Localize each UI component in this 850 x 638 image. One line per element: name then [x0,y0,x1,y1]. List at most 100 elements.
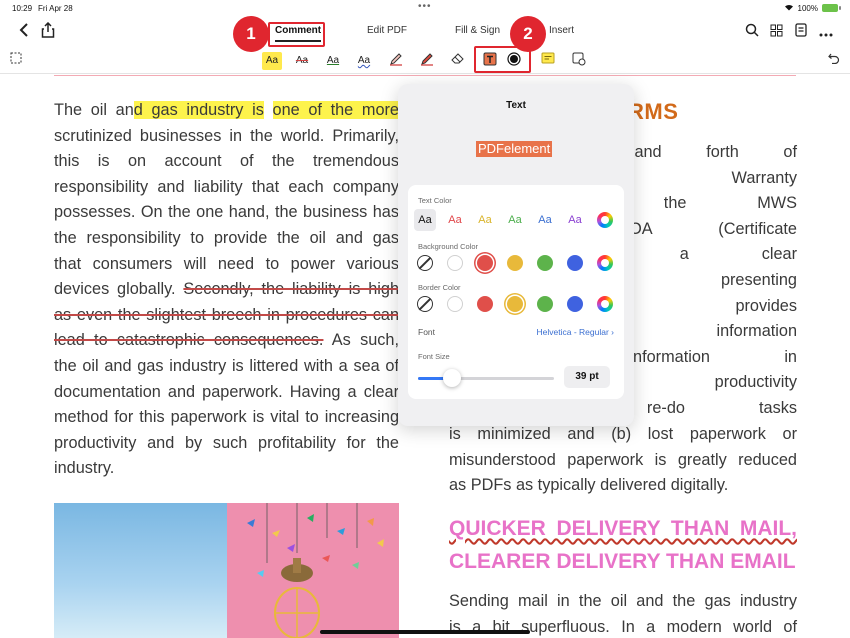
popover-title: Text [506,100,526,111]
border-color-swatch[interactable] [507,296,523,312]
background-color-swatch[interactable] [567,255,583,271]
strikethrough-tool[interactable]: Aa [292,52,312,70]
sticky-note-icon[interactable] [538,52,558,70]
text-color-label: Text Color [418,196,452,205]
left-text-column: The oil and gas industry is one of the m… [54,98,399,482]
paragraph-line: possesses. On the one hand, the business… [54,200,399,226]
paragraph-line: misunderstood paperwork is greatly reduc… [449,450,797,469]
wifi-icon [784,3,794,13]
border-color-swatch[interactable] [537,296,553,312]
tab-edit-pdf[interactable]: Edit PDF [367,25,407,36]
article-photo [54,503,399,638]
reader-mode-icon[interactable] [791,22,811,42]
text-run: productivity and by such profitability f… [54,433,399,452]
font-size-value[interactable]: 39 pt [564,366,610,388]
background-color-swatch[interactable] [537,255,553,271]
paragraph-line: responsibility and liability that each c… [54,175,399,201]
annotation-toolbar: Aa Aa Aa Aa [0,48,850,74]
background-color-swatch[interactable] [477,255,493,271]
text-color-swatch[interactable]: Aa [414,209,436,231]
highlight-tool[interactable]: Aa [262,52,282,70]
multitasking-dots-icon[interactable]: ••• [418,1,432,12]
text-preview: PDFelement [476,141,553,157]
pink-heading-line-2: CLEARER DELIVERY THAN EMAIL [449,550,796,573]
back-chevron-icon[interactable] [14,22,34,42]
step-badge-2: 2 [510,16,546,52]
share-icon[interactable] [38,21,58,42]
more-options-icon[interactable] [816,22,836,42]
paragraph-line: documentation and paperwork. Having a cl… [54,380,399,406]
home-indicator[interactable] [320,630,530,634]
text-run: The oil an [54,101,134,119]
battery-percent: 100% [797,3,818,13]
text-properties-popover: Text PDFelement Text Color Aa Aa Aa Aa Aa Aa … [398,84,634,426]
photo-pink-half [227,503,399,638]
text-color-row: Aa Aa Aa Aa Aa Aa [414,209,618,231]
pencil-icon[interactable] [386,52,406,70]
paragraph-line: method for this paperwork is vital to in… [54,405,399,431]
tab-fill-sign[interactable]: Fill & Sign [455,25,500,36]
text-run: devices globally. [54,280,184,299]
paragraph-line: the oil and gas industry is littered wit… [54,354,399,380]
search-icon[interactable] [742,22,762,42]
text-run: documentation and paperwork. Having a cl… [54,382,399,401]
properties-card: Text Color Aa Aa Aa Aa Aa Aa Background Color… [408,185,624,399]
strikethrough-text: Secondly, the liability is high [183,280,400,299]
status-date: Fri Apr 28 [38,4,73,13]
text-run: possesses. On the one hand, the business… [54,203,399,222]
custom-color-wheel-icon[interactable] [597,255,613,271]
chevron-right-icon: › [611,327,614,337]
text-run: As such, [323,331,399,350]
background-color-swatch[interactable] [507,255,523,271]
paragraph-line: scrutinized businesses in the world. Pri… [54,124,399,150]
paragraph-line: lead to catastrophic consequences. As su… [54,328,399,354]
marker-icon[interactable] [417,52,437,70]
text-run: responsibility and liability that each c… [54,177,399,196]
custom-color-wheel-icon[interactable] [597,212,613,228]
text-color-swatch[interactable]: Aa [534,209,556,231]
font-selector[interactable]: Font Helvetica - Regular › [418,327,614,337]
paragraph-line: that consumers will need to power variou… [54,252,399,278]
font-value[interactable]: Helvetica - Regular › [537,327,615,337]
no-color-icon[interactable] [417,255,433,271]
custom-color-wheel-icon[interactable] [597,296,613,312]
border-color-swatch[interactable] [477,296,493,312]
text-color-swatch[interactable]: Aa [474,209,496,231]
pink-section-heading: QUICKER DELIVERY THAN MAIL, CLEARER DELI… [449,512,797,578]
step-badge-1: 1 [233,16,269,52]
underline-tool[interactable]: Aa [323,52,343,70]
battery-icon [822,4,841,12]
text-color-swatch[interactable]: Aa [504,209,526,231]
shape-tool-icon[interactable] [569,52,589,70]
paragraph-line: industry. [54,456,399,482]
section-heading-fragment: RMS [628,99,679,124]
font-label: Font [418,327,436,337]
grid-view-icon[interactable] [766,22,786,42]
photo-sky-half [54,503,227,638]
text-color-swatch[interactable]: Aa [564,209,586,231]
paragraph-line: as PDFs as typically delivered digitally… [449,476,729,495]
paragraph-line: Sending mail in the oil and the gas indu… [449,592,797,610]
tab-insert[interactable]: Insert [549,25,574,36]
no-color-icon[interactable] [417,296,433,312]
border-color-swatch[interactable] [567,296,583,312]
highlighted-text: one of the more [272,101,399,119]
font-value-text: Helvetica - Regular [536,327,609,337]
font-size-slider[interactable] [418,369,554,387]
paragraph-line: The oil and gas industry is one of the m… [54,98,399,124]
background-color-swatch[interactable] [447,255,463,271]
text-run: the oil and gas industry is littered wit… [54,356,399,375]
paragraph-line: as even the slightest breech in procedur… [54,303,399,329]
border-color-swatch[interactable] [447,296,463,312]
text-color-swatch[interactable]: Aa [444,209,466,231]
highlighted-text: d gas industry is [133,101,264,119]
select-area-icon[interactable] [6,52,26,70]
font-size-label: Font Size [418,352,450,361]
undo-icon[interactable] [824,52,844,70]
squiggly-tool[interactable]: Aa [354,52,374,70]
eraser-icon[interactable] [448,52,468,70]
font-size-slider-knob[interactable] [443,369,461,387]
paragraph-line: is a bit superfluous. In a modern world … [449,617,797,636]
paragraph-line: this is on account of the tremendous [54,149,399,175]
top-nav: Comment Edit PDF Fill & Sign Insert [0,16,850,48]
